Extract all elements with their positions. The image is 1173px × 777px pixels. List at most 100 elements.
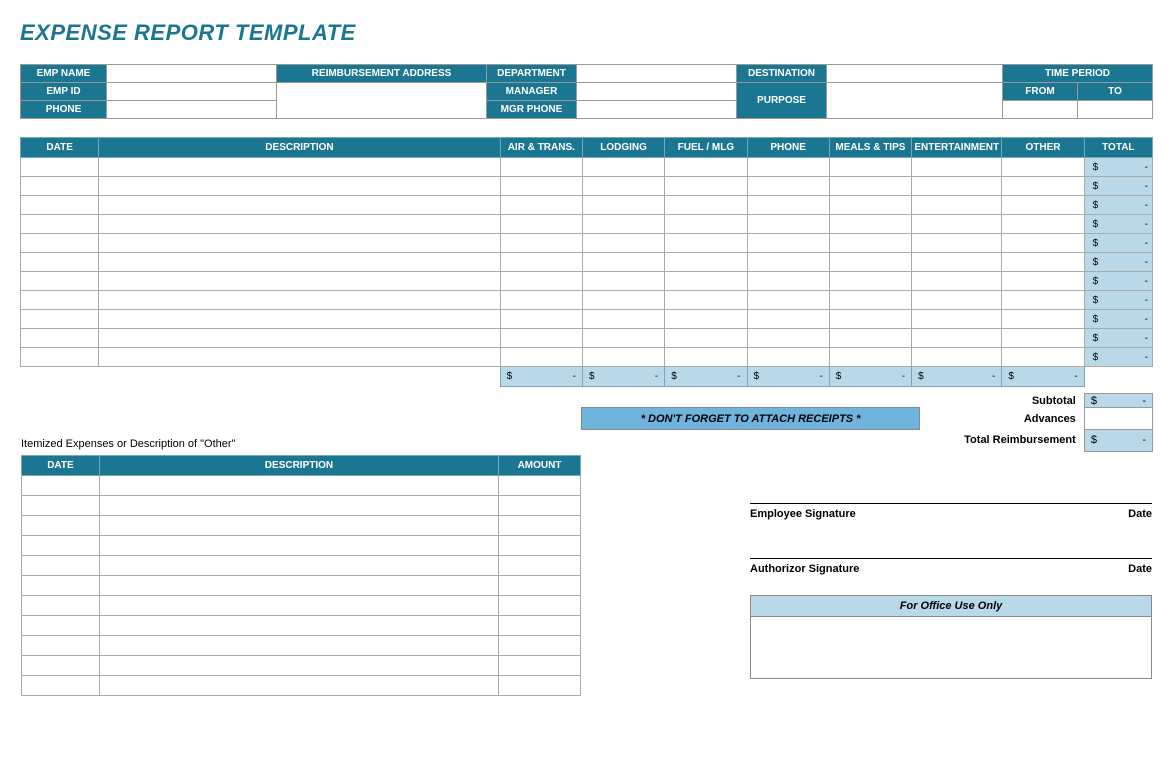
expense-cell[interactable] [665, 291, 747, 310]
expense-cell[interactable] [665, 272, 747, 291]
expense-cell[interactable] [912, 348, 1002, 367]
expense-cell[interactable] [912, 196, 1002, 215]
expense-cell[interactable] [99, 177, 500, 196]
expense-cell[interactable] [21, 215, 99, 234]
expense-cell[interactable] [582, 329, 664, 348]
expense-cell[interactable] [665, 177, 747, 196]
expense-cell[interactable] [582, 158, 664, 177]
expense-cell[interactable] [829, 158, 911, 177]
expense-cell[interactable] [21, 272, 99, 291]
expense-cell[interactable] [21, 196, 99, 215]
item-cell[interactable] [99, 575, 498, 595]
expense-cell[interactable] [1002, 348, 1084, 367]
expense-cell[interactable] [21, 158, 99, 177]
item-row[interactable] [22, 675, 581, 695]
field-phone[interactable] [107, 101, 277, 119]
expense-cell[interactable] [912, 158, 1002, 177]
expense-cell[interactable] [1002, 329, 1084, 348]
expense-cell[interactable] [829, 177, 911, 196]
expense-row[interactable]: $- [21, 272, 1153, 291]
expense-cell[interactable] [747, 215, 829, 234]
expense-cell[interactable] [99, 329, 500, 348]
expense-cell[interactable] [829, 253, 911, 272]
expense-cell[interactable] [665, 253, 747, 272]
expense-cell[interactable] [21, 348, 99, 367]
expense-cell[interactable] [21, 253, 99, 272]
expense-cell[interactable] [829, 329, 911, 348]
expense-cell[interactable] [829, 348, 911, 367]
expense-cell[interactable] [829, 272, 911, 291]
expense-cell[interactable] [665, 196, 747, 215]
expense-cell[interactable] [582, 234, 664, 253]
expense-cell[interactable] [1002, 196, 1084, 215]
item-cell[interactable] [22, 495, 100, 515]
item-cell[interactable] [99, 475, 498, 495]
expense-cell[interactable] [912, 234, 1002, 253]
item-row[interactable] [22, 515, 581, 535]
expense-cell[interactable] [1002, 272, 1084, 291]
expense-cell[interactable] [747, 291, 829, 310]
expense-cell[interactable] [500, 310, 582, 329]
expense-cell[interactable] [912, 272, 1002, 291]
expense-cell[interactable] [747, 158, 829, 177]
field-from[interactable] [1003, 101, 1078, 119]
expense-cell[interactable] [747, 253, 829, 272]
expense-cell[interactable] [665, 158, 747, 177]
item-row[interactable] [22, 475, 581, 495]
value-advances[interactable] [1084, 408, 1152, 430]
item-cell[interactable] [22, 655, 100, 675]
expense-cell[interactable] [582, 196, 664, 215]
expense-cell[interactable] [21, 177, 99, 196]
expense-cell[interactable] [582, 348, 664, 367]
item-cell[interactable] [99, 655, 498, 675]
item-row[interactable] [22, 595, 581, 615]
item-cell[interactable] [499, 655, 581, 675]
expense-cell[interactable] [1002, 253, 1084, 272]
expense-cell[interactable] [99, 215, 500, 234]
expense-row[interactable]: $- [21, 329, 1153, 348]
item-cell[interactable] [22, 595, 100, 615]
item-cell[interactable] [499, 675, 581, 695]
expense-cell[interactable] [1002, 291, 1084, 310]
item-cell[interactable] [22, 555, 100, 575]
expense-cell[interactable] [99, 310, 500, 329]
expense-row[interactable]: $- [21, 177, 1153, 196]
expense-cell[interactable] [500, 329, 582, 348]
expense-cell[interactable] [747, 329, 829, 348]
expense-row[interactable]: $- [21, 291, 1153, 310]
expense-cell[interactable] [829, 291, 911, 310]
expense-cell[interactable] [99, 253, 500, 272]
expense-row[interactable]: $- [21, 196, 1153, 215]
expense-cell[interactable] [582, 215, 664, 234]
item-cell[interactable] [22, 675, 100, 695]
item-cell[interactable] [99, 635, 498, 655]
expense-row[interactable]: $- [21, 253, 1153, 272]
item-cell[interactable] [99, 495, 498, 515]
item-row[interactable] [22, 535, 581, 555]
expense-cell[interactable] [99, 272, 500, 291]
field-manager[interactable] [577, 83, 737, 101]
expense-cell[interactable] [1002, 177, 1084, 196]
expense-cell[interactable] [582, 253, 664, 272]
expense-cell[interactable] [665, 310, 747, 329]
expense-cell[interactable] [582, 310, 664, 329]
item-cell[interactable] [499, 535, 581, 555]
expense-cell[interactable] [582, 272, 664, 291]
expense-cell[interactable] [912, 215, 1002, 234]
expense-cell[interactable] [500, 253, 582, 272]
expense-row[interactable]: $- [21, 348, 1153, 367]
expense-cell[interactable] [99, 158, 500, 177]
expense-cell[interactable] [99, 234, 500, 253]
expense-cell[interactable] [1002, 158, 1084, 177]
item-cell[interactable] [22, 475, 100, 495]
field-destination[interactable] [827, 65, 1003, 83]
item-cell[interactable] [499, 495, 581, 515]
expense-cell[interactable] [665, 234, 747, 253]
expense-cell[interactable] [21, 329, 99, 348]
expense-row[interactable]: $- [21, 310, 1153, 329]
item-cell[interactable] [499, 615, 581, 635]
expense-cell[interactable] [747, 348, 829, 367]
expense-cell[interactable] [829, 310, 911, 329]
item-cell[interactable] [99, 535, 498, 555]
item-cell[interactable] [99, 595, 498, 615]
